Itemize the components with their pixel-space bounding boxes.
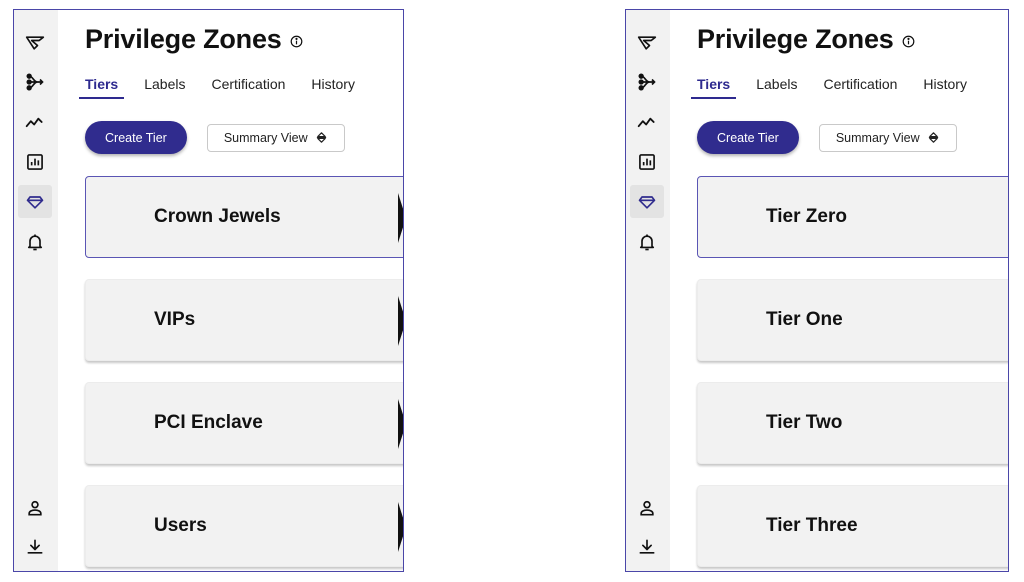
logo-icon[interactable] xyxy=(630,26,664,59)
tier-card[interactable]: Tier Two xyxy=(697,382,1008,464)
tier-card[interactable]: PCI Enclave xyxy=(85,382,403,464)
tier-card-label: Tier Two xyxy=(766,412,843,433)
summary-view-button[interactable]: Summary View xyxy=(206,123,345,152)
bell-icon[interactable] xyxy=(18,225,52,258)
user-icon[interactable] xyxy=(18,491,52,524)
chevron-right-icon xyxy=(398,193,403,243)
tier-card[interactable]: Tier Zero xyxy=(697,176,1008,258)
tier-card-label: Users xyxy=(154,515,207,536)
page-title: Privilege Zones xyxy=(697,24,894,54)
tab-labels[interactable]: Labels xyxy=(144,76,185,99)
tab-bar: Tiers Labels Certification History xyxy=(79,76,381,99)
page-title: Privilege Zones xyxy=(85,24,282,54)
tab-certification[interactable]: Certification xyxy=(823,76,897,99)
tab-history[interactable]: History xyxy=(311,76,355,99)
chevron-right-icon xyxy=(398,502,403,552)
chart-icon[interactable] xyxy=(630,145,664,178)
tab-tiers[interactable]: Tiers xyxy=(79,76,125,99)
sidebar-rail xyxy=(14,10,58,571)
tier-card-label: Tier Three xyxy=(766,515,858,536)
gem-icon[interactable] xyxy=(18,185,52,218)
summary-view-button[interactable]: Summary View xyxy=(818,123,957,152)
privilege-zones-panel-right: Privilege Zones Tiers Labels Certificati… xyxy=(625,9,1009,572)
summary-view-label: Summary View xyxy=(835,130,920,145)
main-content: Privilege Zones Tiers Labels Certificati… xyxy=(79,10,403,571)
download-icon[interactable] xyxy=(18,530,52,563)
chevron-right-icon xyxy=(398,296,403,346)
main-content: Privilege Zones Tiers Labels Certificati… xyxy=(691,10,1008,571)
user-icon[interactable] xyxy=(630,491,664,524)
sidebar-rail xyxy=(626,10,670,571)
tab-history[interactable]: History xyxy=(923,76,967,99)
tier-card[interactable]: VIPs xyxy=(85,279,403,361)
trend-icon[interactable] xyxy=(630,105,664,138)
sort-toggle-icon xyxy=(928,132,938,143)
explore-icon[interactable] xyxy=(18,65,52,98)
info-icon[interactable] xyxy=(902,35,915,48)
tier-card-label: Tier Zero xyxy=(766,206,847,227)
tab-bar: Tiers Labels Certification History xyxy=(691,76,993,99)
tier-card[interactable]: Tier One xyxy=(697,279,1008,361)
tier-card-label: VIPs xyxy=(154,309,196,330)
tier-card-label: Tier One xyxy=(766,309,843,330)
summary-view-label: Summary View xyxy=(223,130,308,145)
create-tier-button[interactable]: Create Tier xyxy=(85,121,187,154)
title-row: Privilege Zones xyxy=(697,24,915,55)
download-icon[interactable] xyxy=(630,530,664,563)
privilege-zones-panel-left: Privilege Zones Tiers Labels Certificati… xyxy=(13,9,404,572)
tier-card-list: Crown Jewels VIPs PCI Enclave Users xyxy=(85,176,403,571)
create-tier-button[interactable]: Create Tier xyxy=(697,121,799,154)
action-row: Create Tier Summary View xyxy=(697,121,957,154)
tier-card-list: Tier Zero Tier One Tier Two Tier Three xyxy=(697,176,1008,571)
tab-certification[interactable]: Certification xyxy=(211,76,285,99)
action-row: Create Tier Summary View xyxy=(85,121,345,154)
bell-icon[interactable] xyxy=(630,225,664,258)
tier-card[interactable]: Users xyxy=(85,485,403,567)
tier-card[interactable]: Crown Jewels xyxy=(85,176,403,258)
logo-icon[interactable] xyxy=(18,26,52,59)
tier-card-label: Crown Jewels xyxy=(154,206,281,227)
tab-labels[interactable]: Labels xyxy=(756,76,797,99)
chevron-right-icon xyxy=(398,399,403,449)
chart-icon[interactable] xyxy=(18,145,52,178)
tier-card[interactable]: Tier Three xyxy=(697,485,1008,567)
tab-tiers[interactable]: Tiers xyxy=(691,76,737,99)
gem-icon[interactable] xyxy=(630,185,664,218)
trend-icon[interactable] xyxy=(18,105,52,138)
title-row: Privilege Zones xyxy=(85,24,303,55)
info-icon[interactable] xyxy=(290,35,303,48)
tier-card-label: PCI Enclave xyxy=(154,412,263,433)
sort-toggle-icon xyxy=(316,132,326,143)
explore-icon[interactable] xyxy=(630,65,664,98)
